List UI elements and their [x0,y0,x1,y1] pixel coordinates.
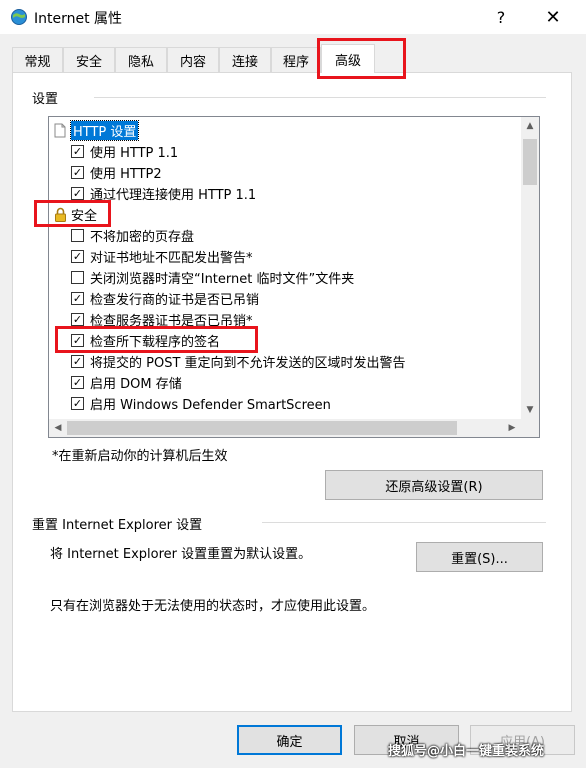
checkbox-checked[interactable]: ✓ [71,291,84,305]
list-item-label: HTTP 设置 [69,119,140,141]
window-title: Internet 属性 [34,11,123,27]
title-bar: Internet 属性 ? ✕ [0,0,586,34]
settings-group-label: 设置 [32,92,59,107]
ok-button[interactable]: 确定 [237,725,342,755]
group-divider [94,97,546,98]
list-item[interactable]: ✓ 使用 HTTP2 [71,162,162,182]
horizontal-scrollbar[interactable]: ◀ ▶ [49,419,521,437]
watermark: 搜狐号@小白一键重装系统 [388,744,545,759]
vertical-scroll-thumb[interactable] [523,139,537,185]
tab-general[interactable]: 常规 [12,47,63,72]
checkbox-checked[interactable]: ✓ [71,249,84,263]
list-item[interactable]: 关闭浏览器时清空“Internet 临时文件”文件夹 [71,267,354,287]
restore-advanced-settings-button[interactable]: 还原高级设置(R) [325,470,543,500]
checkbox-checked[interactable]: ✓ [71,375,84,389]
checkbox-unchecked[interactable] [71,270,84,284]
vertical-scrollbar[interactable]: ▲ ▼ [521,117,539,419]
scroll-up-icon[interactable]: ▲ [521,117,539,135]
document-icon [53,122,67,138]
close-button[interactable]: ✕ [530,0,576,34]
list-item-label: 使用 HTTP2 [90,166,162,182]
list-item[interactable]: 不将加密的页存盘 [71,225,194,245]
scroll-down-icon[interactable]: ▼ [521,401,539,419]
list-header-http[interactable]: HTTP 设置 [53,119,140,141]
annotation-box-signature [55,326,258,353]
checkbox-checked[interactable]: ✓ [71,312,84,326]
tab-privacy[interactable]: 隐私 [115,47,167,72]
reset-button[interactable]: 重置(S)... [416,542,543,572]
list-item[interactable]: ✓ 启用 Windows Defender SmartScreen [71,393,331,413]
tab-advanced[interactable]: 高级 [321,44,375,73]
list-item[interactable]: ✓ 检查发行商的证书是否已吊销 [71,288,259,308]
annotation-box-security [34,200,111,227]
scrollbar-corner [521,419,539,437]
reset-description: 将 Internet Explorer 设置重置为默认设置。 [50,547,312,562]
tab-content[interactable]: 内容 [167,47,219,72]
list-item-label: 使用 HTTP 1.1 [90,145,179,161]
checkbox-unchecked[interactable] [71,228,84,242]
list-item-label: 将提交的 POST 重定向到不允许发送的区域时发出警告 [90,355,406,371]
restart-note-text: *在重新启动你的计算机后生效 [52,449,228,464]
checkbox-checked[interactable]: ✓ [71,144,84,158]
list-item-label: 不将加密的页存盘 [90,229,195,245]
reset-note: 只有在浏览器处于无法使用的状态时，才应使用此设置。 [50,599,376,614]
tab-security[interactable]: 安全 [63,47,115,72]
list-item-label: 关闭浏览器时清空“Internet 临时文件”文件夹 [90,271,355,287]
list-item[interactable]: ✓ 对证书地址不匹配发出警告* [71,246,253,266]
list-item-label: 检查发行商的证书是否已吊销 [90,292,260,308]
checkbox-checked[interactable]: ✓ [71,186,84,200]
checkbox-checked[interactable]: ✓ [71,396,84,410]
horizontal-scroll-thumb[interactable] [67,421,457,435]
settings-listbox[interactable]: HTTP 设置 ✓ 使用 HTTP 1.1 ✓ 使用 HTTP2 ✓ 通过代理连… [48,116,540,438]
internet-explorer-icon [10,8,28,26]
list-item-label: 对证书地址不匹配发出警告* [90,250,253,266]
reset-group-label: 重置 Internet Explorer 设置 [32,518,203,533]
scroll-left-icon[interactable]: ◀ [49,419,67,437]
scroll-right-icon[interactable]: ▶ [503,419,521,437]
list-item[interactable]: ✓ 将提交的 POST 重定向到不允许发送的区域时发出警告 [71,351,406,371]
checkbox-checked[interactable]: ✓ [71,354,84,368]
list-item-label: 通过代理连接使用 HTTP 1.1 [90,187,257,203]
help-button[interactable]: ? [478,0,524,34]
group-divider [262,522,546,523]
list-item[interactable]: ✓ 使用 HTTP 1.1 [71,141,178,161]
tab-connections[interactable]: 连接 [219,47,271,72]
list-item[interactable]: ✓ 启用 DOM 存储 [71,372,182,392]
tab-programs[interactable]: 程序 [271,47,321,72]
list-item-label: 启用 Windows Defender SmartScreen [90,397,331,413]
list-item-label: 启用 DOM 存储 [90,376,182,392]
checkbox-checked[interactable]: ✓ [71,165,84,179]
